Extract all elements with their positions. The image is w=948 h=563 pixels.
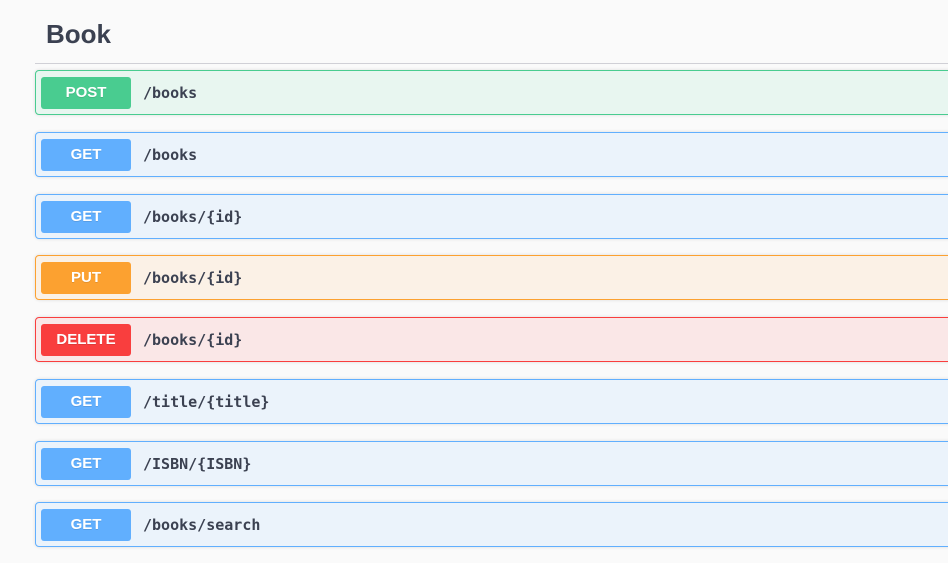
operation-get-books-search[interactable]: GET /books/search [35, 502, 948, 547]
operation-delete-book-by-id[interactable]: DELETE /books/{id} [35, 317, 948, 362]
operation-path: /books [143, 83, 198, 102]
method-badge: GET [41, 385, 131, 418]
method-badge: GET [41, 447, 131, 480]
operation-get-books[interactable]: GET /books [35, 132, 948, 177]
method-badge: PUT [41, 261, 131, 294]
operation-path: /title/{title} [143, 392, 270, 411]
operation-path: /books/{id} [143, 207, 243, 226]
method-badge: DELETE [41, 323, 131, 356]
operation-path: /books/search [143, 515, 261, 534]
operation-path: /books/{id} [143, 268, 243, 287]
operation-get-by-isbn[interactable]: GET /ISBN/{ISBN} [35, 441, 948, 486]
method-badge: GET [41, 200, 131, 233]
operation-post-books[interactable]: POST /books [35, 70, 948, 115]
operation-path: /books/{id} [143, 330, 243, 349]
operation-path: /ISBN/{ISBN} [143, 454, 252, 473]
operation-get-book-by-id[interactable]: GET /books/{id} [35, 194, 948, 239]
method-badge: POST [41, 76, 131, 109]
operation-put-book-by-id[interactable]: PUT /books/{id} [35, 255, 948, 300]
tag-title: Book [46, 19, 111, 49]
method-badge: GET [41, 508, 131, 541]
method-badge: GET [41, 138, 131, 171]
tag-header[interactable]: Book [35, 0, 948, 64]
tag-section-book: Book POST /books GET /books GET /books/{… [35, 0, 948, 547]
operation-get-by-title[interactable]: GET /title/{title} [35, 379, 948, 424]
operation-path: /books [143, 145, 198, 164]
